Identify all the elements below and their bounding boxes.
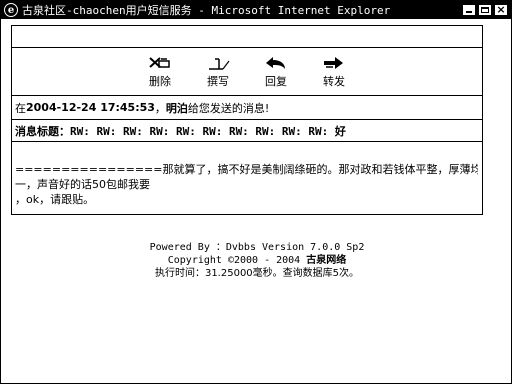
message-toolbar: 删除 撰写 回复 转发 — [11, 47, 483, 95]
delete-button[interactable]: 删除 — [146, 55, 174, 89]
page-footer: Powered By ：Dvbbs Version 7.0.0 Sp2 Copy… — [1, 241, 511, 280]
browser-window: e 古泉社区-chaochen用户短信服务 - Microsoft Intern… — [0, 0, 512, 384]
message-meta: 在 2004-12-24 17:45:53，明泊 给您发送的消息! — [11, 95, 483, 119]
reply-button[interactable]: 回复 — [262, 55, 290, 89]
delete-label: 删除 — [149, 75, 171, 88]
meta-suffix: 给您发送的消息! — [187, 101, 270, 115]
delete-icon — [149, 57, 170, 68]
body-line: ================那就算了，搞不好是美制阔绦砸的。那对政和若钱体平… — [15, 163, 478, 176]
message-datetime: 2004-12-24 17:45:53 — [26, 101, 155, 114]
meta-comma: ， — [154, 101, 166, 115]
forward-label: 转发 — [323, 75, 345, 88]
window-controls: × — [462, 4, 508, 16]
compose-icon — [209, 58, 230, 70]
compose-button[interactable]: 撰写 — [204, 55, 232, 89]
copyright-site-link[interactable]: 古泉网络 — [306, 255, 346, 266]
message-subject: 消息标题： RW: RW: RW: RW: RW: RW: RW: RW: RW:… — [11, 119, 483, 141]
close-icon[interactable]: × — [494, 4, 508, 16]
window-title: 古泉社区-chaochen用户短信服务 - Microsoft Internet… — [22, 4, 391, 17]
body-line: 一，声音好的话50包邮我要 — [15, 178, 150, 191]
blank-header-row — [11, 25, 483, 47]
execution-time: 执行时间：31.25000毫秒。查询数据库5次。 — [154, 268, 360, 279]
title-bar[interactable]: e 古泉社区-chaochen用户短信服务 - Microsoft Intern… — [1, 1, 511, 19]
message-panel: 删除 撰写 回复 转发 在 2004-12-24 17:45:53 ， 明泊 给… — [11, 25, 483, 215]
minimize-icon[interactable] — [462, 4, 476, 16]
subject-label: 消息标题： — [15, 124, 70, 138]
powered-by: Powered By ：Dvbbs Version 7.0.0 Sp2 — [149, 242, 365, 253]
reply-label: 回复 — [265, 75, 287, 88]
copyright-prefix: Copyright ©2000 - 2004 — [167, 255, 307, 266]
meta-prefix: 在 — [15, 101, 26, 115]
message-body: ================那就算了，搞不好是美制阔绦砸的。那对政和若钱体平… — [11, 141, 483, 215]
message-sender[interactable]: 明泊 — [166, 100, 188, 116]
forward-button[interactable]: 转发 — [320, 55, 348, 89]
maximize-icon[interactable] — [478, 4, 492, 16]
compose-label: 撰写 — [207, 75, 229, 88]
copyright: Copyright ©2000 - 2004 古泉网络 — [1, 254, 511, 267]
ie-icon: e — [4, 3, 18, 17]
subject-value: RW: RW: RW: RW: RW: RW: RW: RW: RW: RW: … — [70, 124, 346, 138]
reply-icon — [266, 57, 285, 69]
forward-icon — [324, 57, 343, 69]
body-line: ，ok，请跟贴。 — [15, 193, 95, 206]
